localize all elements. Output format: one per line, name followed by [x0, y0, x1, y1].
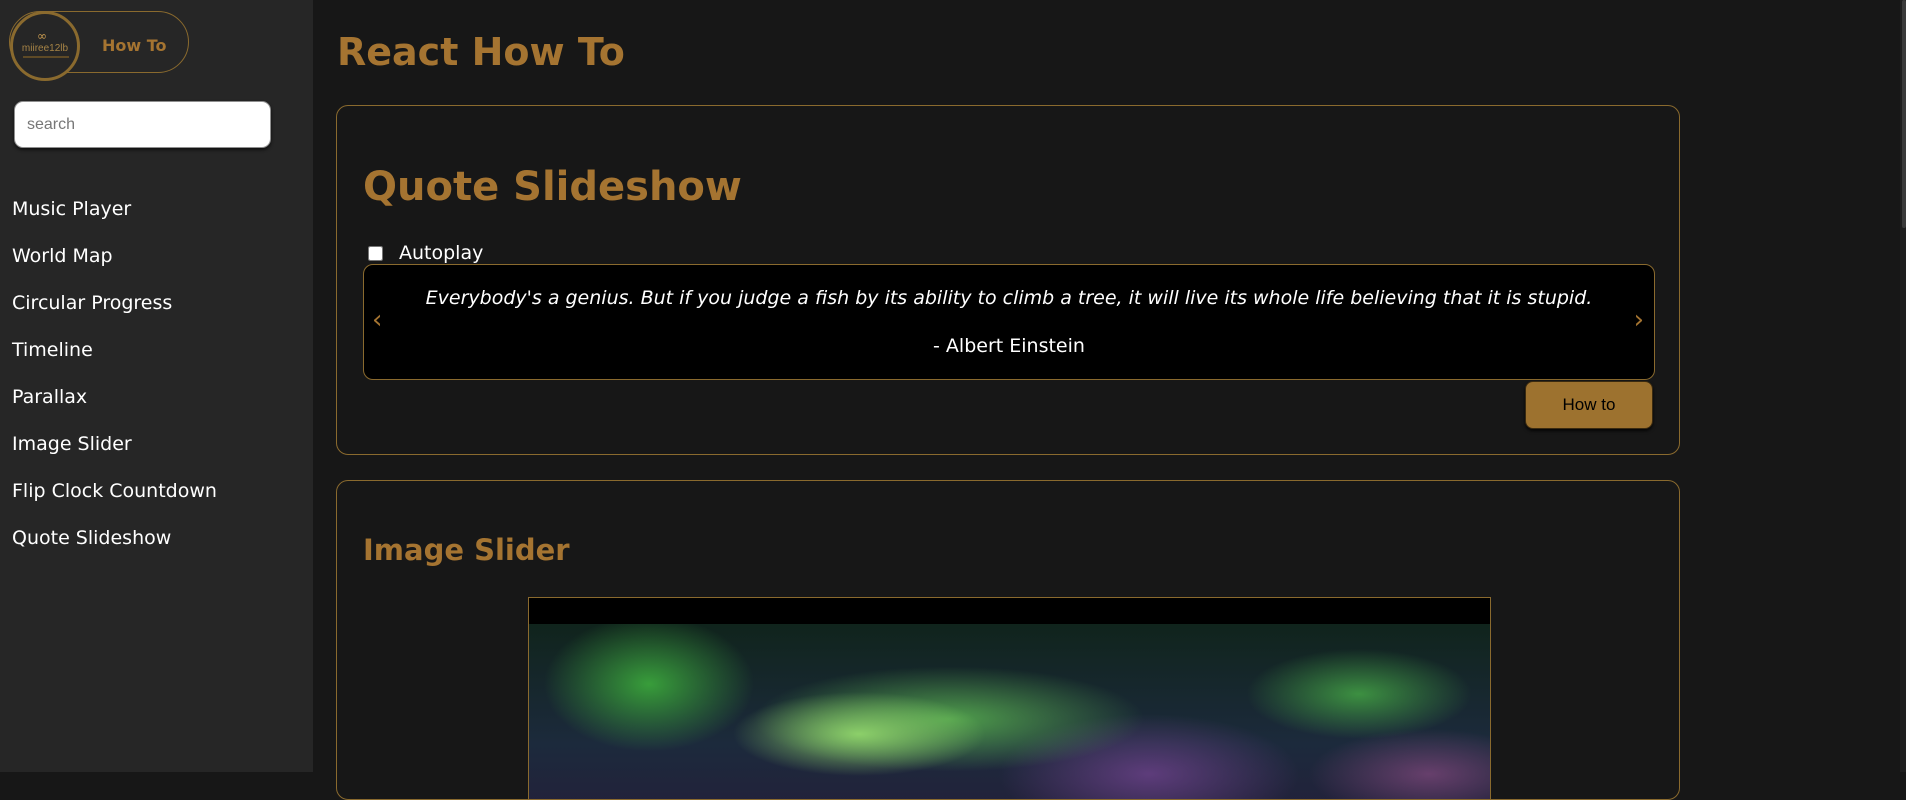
next-arrow-icon[interactable]: › — [1634, 305, 1644, 335]
how-to-button[interactable]: How to — [1525, 381, 1653, 429]
search-input[interactable] — [14, 101, 271, 148]
quote-slideshow-title: Quote Slideshow — [363, 164, 742, 210]
scrollbar[interactable] — [1900, 0, 1906, 772]
quote-text: Everybody's a genius. But if you judge a… — [425, 287, 1593, 309]
infinity-icon: ∞ — [37, 29, 47, 43]
sidebar-item-image-slider[interactable]: Image Slider — [12, 427, 217, 474]
autoplay-toggle[interactable]: Autoplay — [368, 242, 483, 264]
logo-brand-text: miiree12lb — [21, 43, 69, 54]
image-slider-card: Image Slider — [336, 480, 1680, 800]
logo-pill[interactable]: ∞ miiree12lb How To — [9, 11, 189, 81]
quote-box: ‹ Everybody's a genius. But if you judge… — [363, 264, 1655, 380]
prev-arrow-icon[interactable]: ‹ — [372, 305, 382, 335]
sidebar-item-circular-progress[interactable]: Circular Progress — [12, 286, 217, 333]
scrollbar-thumb[interactable] — [1902, 0, 1906, 228]
logo-icon: ∞ miiree12lb — [10, 11, 80, 81]
image-slider-title: Image Slider — [363, 533, 570, 567]
logo-tagline-mark — [23, 56, 69, 58]
sidebar-item-timeline[interactable]: Timeline — [12, 333, 217, 380]
autoplay-checkbox[interactable] — [368, 245, 383, 261]
aurora-image — [529, 624, 1490, 799]
logo-title: How To — [102, 36, 167, 55]
autoplay-label: Autoplay — [399, 242, 484, 264]
quote-author: - Albert Einstein — [933, 335, 1085, 357]
sidebar-item-world-map[interactable]: World Map — [12, 239, 217, 286]
sidebar-item-flip-clock-countdown[interactable]: Flip Clock Countdown — [12, 474, 217, 521]
page-title: React How To — [337, 30, 625, 74]
sidebar-item-parallax[interactable]: Parallax — [12, 380, 217, 427]
sidebar: ∞ miiree12lb How To Music Player World M… — [0, 0, 313, 772]
sidebar-item-quote-slideshow[interactable]: Quote Slideshow — [12, 521, 217, 568]
sidebar-nav: Music Player World Map Circular Progress… — [12, 192, 217, 568]
image-slider[interactable] — [528, 597, 1491, 799]
quote-slideshow-card: Quote Slideshow Autoplay ‹ Everybody's a… — [336, 105, 1680, 455]
sidebar-item-music-player[interactable]: Music Player — [12, 192, 217, 239]
